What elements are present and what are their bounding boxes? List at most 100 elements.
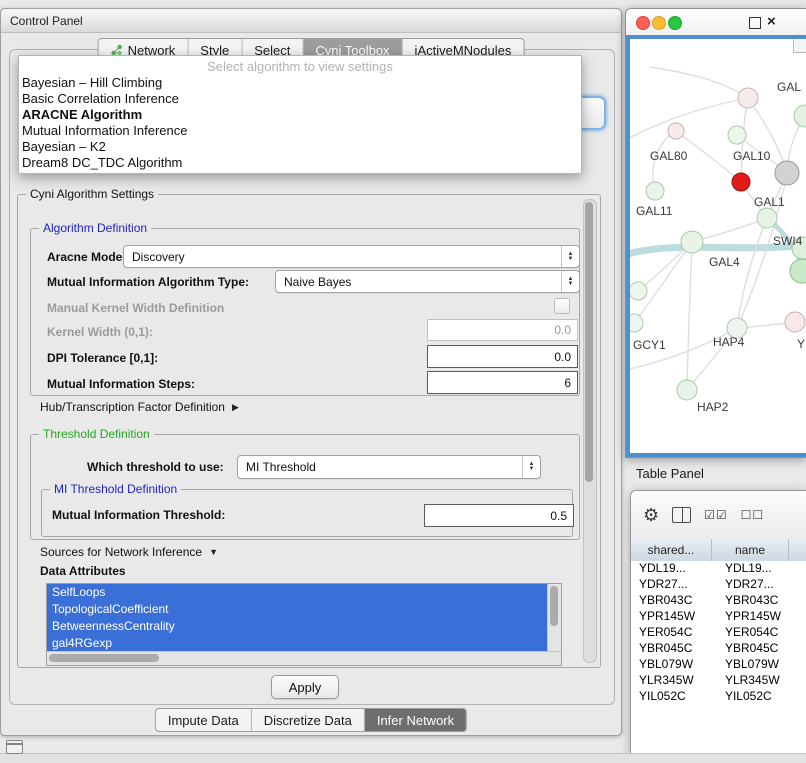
column-header-name[interactable]: name: [712, 539, 789, 561]
network-node[interactable]: [785, 312, 805, 332]
network-node[interactable]: [757, 208, 777, 228]
table-panel-window: ⚙ ☑☑ ☐☐ shared... name YDL19...YDL19...1…: [630, 490, 806, 755]
mac-zoom-button[interactable]: [668, 16, 682, 30]
select-all-columns-icon[interactable]: ☑☑: [704, 508, 728, 522]
table-cell[interactable]: 9.: [799, 609, 806, 625]
network-node[interactable]: [794, 105, 806, 127]
network-edge: [650, 67, 748, 98]
network-node[interactable]: [681, 231, 703, 253]
table-cell[interactable]: [799, 689, 806, 705]
table-cell[interactable]: YLR345W: [717, 673, 799, 689]
popup-placeholder: Select algorithm to view settings: [19, 58, 581, 75]
algorithm-dropdown-popup: Select algorithm to view settings Bayesi…: [18, 55, 582, 174]
network-node-label: HAP2: [697, 400, 729, 414]
table-panel-title: Table Panel: [636, 466, 704, 481]
network-node[interactable]: [790, 259, 806, 283]
table-cell[interactable]: YBR045C: [631, 641, 717, 657]
close-window-icon[interactable]: ×: [767, 12, 776, 32]
network-edge: [692, 218, 767, 242]
table-cell[interactable]: 12: [799, 577, 806, 593]
column-header-extra[interactable]: [789, 539, 806, 561]
network-node-label: SWI4: [773, 234, 803, 248]
column-header-label: name: [735, 543, 765, 557]
network-node[interactable]: [630, 282, 647, 300]
column-header-label: shared...: [648, 543, 695, 557]
cyni-bottom-tabs: Impute Data Discretize Data Infer Networ…: [155, 708, 467, 732]
table-cell[interactable]: [799, 657, 806, 673]
popup-item-selected[interactable]: ARACNE Algorithm: [19, 107, 581, 123]
popup-item[interactable]: Basic Correlation Inference: [19, 91, 581, 107]
popup-item[interactable]: Bayesian – Hill Climbing: [19, 75, 581, 91]
table-row[interactable]: YBL079WYBL079W: [631, 657, 806, 673]
network-canvas-area: GALGAL80GAL10GAL11GAL1SWI4GAL4GCY1HAP4YH…: [626, 35, 806, 457]
table-cell[interactable]: 8.: [799, 625, 806, 641]
table-cell[interactable]: YDR27...: [717, 577, 799, 593]
network-node-label: GAL10: [733, 149, 771, 163]
table-cell[interactable]: YIL052C: [717, 689, 799, 705]
table-cell[interactable]: YBL079W: [631, 657, 717, 673]
table-cell[interactable]: YDL19...: [717, 561, 799, 577]
table-cell[interactable]: YIL052C: [631, 689, 717, 705]
network-node-label: HAP4: [713, 335, 745, 349]
table-cell[interactable]: YBL079W: [717, 657, 799, 673]
tab-label: Discretize Data: [264, 713, 352, 728]
table-row[interactable]: YBR043CYBR043C: [631, 593, 806, 609]
collapsed-panel-icon[interactable]: [6, 740, 23, 754]
deselect-all-columns-icon[interactable]: ☐☐: [741, 508, 765, 522]
network-view-window: × GALGAL80GAL10GAL11GAL1SWI4GAL4GCY1HAP4…: [625, 8, 806, 458]
network-node[interactable]: [732, 173, 750, 191]
popup-item[interactable]: Mutual Information Inference: [19, 123, 581, 139]
tab-infer-network[interactable]: Infer Network: [365, 709, 466, 731]
mac-minimize-button[interactable]: [652, 16, 666, 30]
table-cell[interactable]: YLR345W: [631, 673, 717, 689]
tab-discretize-data[interactable]: Discretize Data: [252, 709, 365, 731]
float-window-icon[interactable]: [749, 17, 761, 29]
table-cell[interactable]: YDR27...: [631, 577, 717, 593]
network-node[interactable]: [775, 161, 799, 185]
network-node[interactable]: [728, 126, 746, 144]
network-canvas[interactable]: GALGAL80GAL10GAL11GAL1SWI4GAL4GCY1HAP4YH…: [630, 39, 806, 451]
network-node-label: GAL11: [636, 204, 673, 218]
table-toolbar: ⚙ ☑☑ ☐☐: [631, 491, 806, 540]
tab-impute-data[interactable]: Impute Data: [156, 709, 252, 731]
table-row[interactable]: YDL19...YDL19...13: [631, 561, 806, 577]
table-row[interactable]: YIL052CYIL052C: [631, 689, 806, 705]
control-panel-titlebar[interactable]: Control Panel: [1, 9, 621, 33]
table-rows: YDL19...YDL19...13YDR27...YDR27...12YBR0…: [631, 561, 806, 754]
table-header: shared... name: [631, 539, 806, 562]
network-node-label: GAL80: [650, 149, 688, 163]
table-cell[interactable]: 13: [799, 561, 806, 577]
tab-label: Impute Data: [168, 713, 239, 728]
table-row[interactable]: YER054CYER054C8.: [631, 625, 806, 641]
network-window-titlebar[interactable]: ×: [626, 9, 806, 36]
table-row[interactable]: YDR27...YDR27...12: [631, 577, 806, 593]
table-cell[interactable]: YER054C: [717, 625, 799, 641]
table-cell[interactable]: YPR145W: [631, 609, 717, 625]
network-node-label: GCY1: [633, 338, 666, 352]
table-cell[interactable]: YER054C: [631, 625, 717, 641]
table-cell[interactable]: YPR145W: [717, 609, 799, 625]
table-cell[interactable]: 9.: [799, 641, 806, 657]
table-row[interactable]: YLR345WYLR345W9.: [631, 673, 806, 689]
mac-close-button[interactable]: [636, 16, 650, 30]
table-cell[interactable]: YDL19...: [631, 561, 717, 577]
gear-icon[interactable]: ⚙: [643, 506, 659, 524]
table-row[interactable]: YPR145WYPR145W9.: [631, 609, 806, 625]
popup-item[interactable]: Bayesian – K2: [19, 139, 581, 155]
network-node[interactable]: [630, 314, 643, 332]
table-row[interactable]: YBR045CYBR045C9.: [631, 641, 806, 657]
network-node[interactable]: [668, 123, 684, 139]
column-header-shared-name[interactable]: shared...: [631, 539, 712, 561]
network-node[interactable]: [738, 88, 758, 108]
table-cell[interactable]: YBR043C: [717, 593, 799, 609]
table-cell[interactable]: YBR043C: [631, 593, 717, 609]
table-cell[interactable]: 9.: [799, 673, 806, 689]
network-node-label: Y: [797, 337, 805, 351]
network-edge: [737, 218, 767, 328]
columns-icon[interactable]: [672, 507, 691, 523]
network-node[interactable]: [677, 380, 697, 400]
table-cell[interactable]: YBR045C: [717, 641, 799, 657]
popup-item[interactable]: Dream8 DC_TDC Algorithm: [19, 155, 581, 171]
network-node[interactable]: [646, 182, 664, 200]
table-cell[interactable]: [799, 593, 806, 609]
